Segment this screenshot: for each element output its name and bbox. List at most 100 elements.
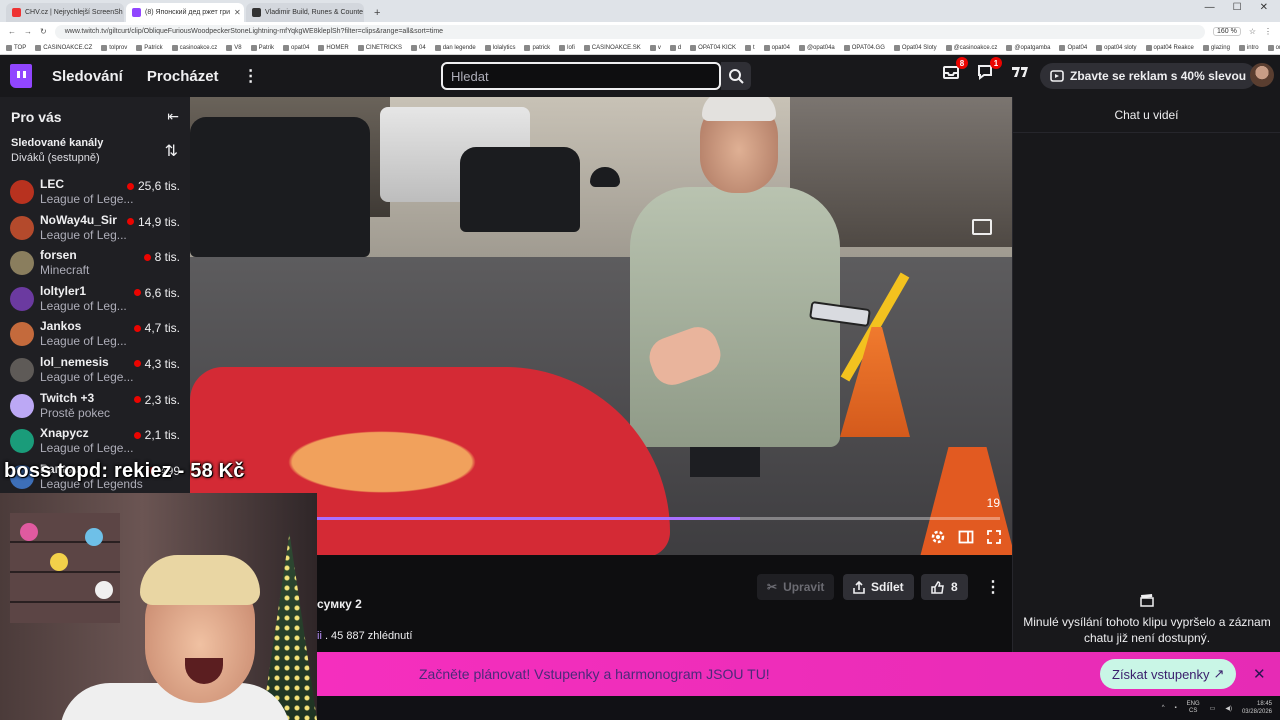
- prime-button[interactable]: [1010, 63, 1028, 81]
- new-tab-icon[interactable]: +: [366, 7, 388, 22]
- view-count: . 45 887 zhlédnutí: [321, 630, 413, 642]
- back-icon[interactable]: ←: [8, 27, 16, 36]
- bookmark-label: opat04: [290, 44, 310, 51]
- bookmark-item[interactable]: Patrick: [136, 44, 163, 51]
- bookmark-item[interactable]: CASINOAKCE.SK: [583, 44, 641, 51]
- bookmark-item[interactable]: opat04 Reakce: [1145, 44, 1194, 51]
- search-button[interactable]: [721, 62, 751, 90]
- bookmark-item[interactable]: lolalytics: [484, 44, 515, 51]
- forward-icon[interactable]: →: [24, 27, 32, 36]
- clock[interactable]: 18:45 03/28/2026: [1242, 700, 1272, 716]
- url-text: www.twitch.tv/giltcurt/clip/ObliqueFurio…: [64, 28, 444, 35]
- bookmark-item[interactable]: glazing: [1202, 44, 1230, 51]
- share-button[interactable]: Sdílet: [843, 574, 914, 600]
- bookmark-item[interactable]: outro: [1267, 44, 1280, 51]
- like-button[interactable]: 8: [921, 574, 968, 600]
- network-icon[interactable]: ▭: [1210, 705, 1216, 712]
- bookmark-icon: [649, 44, 656, 51]
- inbox-badge: 8: [956, 57, 968, 69]
- bookmark-item[interactable]: V8: [226, 44, 242, 51]
- get-tickets-button[interactable]: Získat vstupenky ↗: [1100, 659, 1237, 689]
- bookmark-item[interactable]: lofi: [559, 44, 575, 51]
- seek-bar[interactable]: [316, 517, 1000, 520]
- banner-close-icon[interactable]: ✕: [1253, 665, 1266, 683]
- bookmark-label: @opatgamba: [1014, 44, 1051, 51]
- search-input[interactable]: [451, 68, 711, 84]
- bookmark-item[interactable]: 04: [411, 44, 426, 51]
- channel-avatar: [10, 322, 34, 347]
- browser-tab-active[interactable]: (8) Японский дед ржет гри ✕: [126, 3, 244, 22]
- search-box: [441, 62, 721, 90]
- browser-menu-icon[interactable]: ⋮: [1264, 27, 1272, 36]
- sidebar-channel[interactable]: forsen Minecraft 8 tis.: [0, 245, 190, 281]
- bookmark-item[interactable]: tolprov: [101, 44, 127, 51]
- sidebar-channel[interactable]: NoWay4u_Sir League of Leg... 14,9 tis.: [0, 210, 190, 246]
- sidebar-channel[interactable]: loltyler1 League of Leg... 6,6 tis.: [0, 281, 190, 317]
- url-field[interactable]: www.twitch.tv/giltcurt/clip/ObliqueFurio…: [54, 24, 1205, 39]
- bookmark-item[interactable]: Patrik: [250, 44, 274, 51]
- live-dot-icon: [133, 324, 141, 332]
- bookmark-item[interactable]: @opat04a: [798, 44, 835, 51]
- sidebar-channel[interactable]: LEC League of Lege... 25,6 tis.: [0, 174, 190, 210]
- maximize-icon[interactable]: ☐: [1233, 2, 1242, 13]
- bookmark-item[interactable]: intro: [1238, 44, 1259, 51]
- bookmark-item[interactable]: casinoakce.cz: [171, 44, 217, 51]
- zoom-indicator[interactable]: 160 %: [1212, 27, 1241, 36]
- ad-free-button[interactable]: Zbavte se reklam s 40% slevou: [1040, 63, 1257, 89]
- bookmark-item[interactable]: @casinoakce.cz: [945, 44, 997, 51]
- bookmark-item[interactable]: Opat04: [1059, 44, 1087, 51]
- bookmark-item[interactable]: TOP: [6, 44, 26, 51]
- popout-icon[interactable]: [972, 219, 992, 235]
- bookmark-item[interactable]: patrick: [524, 44, 550, 51]
- bookmark-item[interactable]: opat04 sloty: [1096, 44, 1137, 51]
- video-player[interactable]: 19: [190, 97, 1012, 555]
- sidebar-channel[interactable]: lol_nemesis League of Lege... 4,3 tis.: [0, 352, 190, 388]
- nav-browse[interactable]: Procházet: [147, 68, 219, 85]
- fullscreen-icon[interactable]: [986, 529, 1002, 545]
- settings-icon[interactable]: [930, 529, 946, 545]
- bookmark-item[interactable]: CINETRICKS: [357, 44, 402, 51]
- bookmark-item[interactable]: dan legende: [434, 44, 476, 51]
- tray-chevron-icon[interactable]: ^: [1162, 705, 1165, 711]
- browser-tab[interactable]: Vladimir Build, Runes & Counte ✕: [246, 3, 364, 22]
- reload-icon[interactable]: ↻: [40, 27, 47, 36]
- bookmark-item[interactable]: OPAT04.GG: [843, 44, 885, 51]
- minimize-icon[interactable]: —: [1205, 2, 1215, 13]
- bookmark-item[interactable]: opat04: [282, 44, 310, 51]
- input-language[interactable]: ENG CS: [1187, 701, 1200, 715]
- more-menu-icon[interactable]: ⋮: [243, 66, 259, 86]
- bookmark-item[interactable]: v: [649, 44, 661, 51]
- nav-following[interactable]: Sledování: [52, 68, 123, 85]
- sidebar-channel[interactable]: Twitch +3 Prostě pokec 2,3 tis.: [0, 388, 190, 424]
- collapse-sidebar-icon[interactable]: ⇤: [167, 108, 179, 125]
- theatre-mode-icon[interactable]: [958, 529, 974, 545]
- inbox-button[interactable]: 8: [942, 57, 968, 81]
- webcam-plush: [85, 528, 103, 546]
- sort-label: Diváků (sestupně): [11, 152, 100, 164]
- bookmark-item[interactable]: opat04: [763, 44, 790, 51]
- browser-tab[interactable]: CHV.cz | Nejrychlejší ScreenSh ✕: [6, 3, 124, 22]
- edit-button[interactable]: ✂ Upravit: [757, 574, 835, 600]
- clip-more-icon[interactable]: ⋮: [975, 574, 1011, 600]
- bookmark-item[interactable]: t: [744, 44, 755, 51]
- bookmark-item[interactable]: OPAT04 KICK: [690, 44, 736, 51]
- twitch-logo-icon[interactable]: [10, 64, 32, 88]
- user-avatar[interactable]: [1250, 63, 1274, 87]
- bookmark-item[interactable]: Opat04 Sloty: [893, 44, 937, 51]
- sidebar-channel[interactable]: Jankos League of Leg... 4,7 tis.: [0, 316, 190, 352]
- whispers-button[interactable]: 1: [976, 57, 1002, 81]
- sidebar-channel[interactable]: Xnapycz League of Lege... 2,1 tis.: [0, 423, 190, 459]
- video-car: [460, 147, 580, 232]
- bookmark-item[interactable]: CASINOAKCE.CZ: [35, 44, 92, 51]
- bookmark-item[interactable]: HOMER: [318, 44, 349, 51]
- volume-icon[interactable]: ◀): [1225, 705, 1232, 712]
- window-close-icon[interactable]: ✕: [1260, 2, 1268, 13]
- bookmark-item[interactable]: d: [669, 44, 681, 51]
- bookmark-item[interactable]: @opatgamba: [1006, 44, 1051, 51]
- channel-avatar: [10, 286, 34, 311]
- tab-close-icon[interactable]: ✕: [234, 8, 241, 17]
- star-icon[interactable]: ☆: [1249, 27, 1256, 36]
- tray-app-icon[interactable]: ▪: [1175, 705, 1177, 711]
- sort-icon[interactable]: ⇅: [165, 141, 178, 161]
- bookmark-label: 04: [419, 44, 426, 51]
